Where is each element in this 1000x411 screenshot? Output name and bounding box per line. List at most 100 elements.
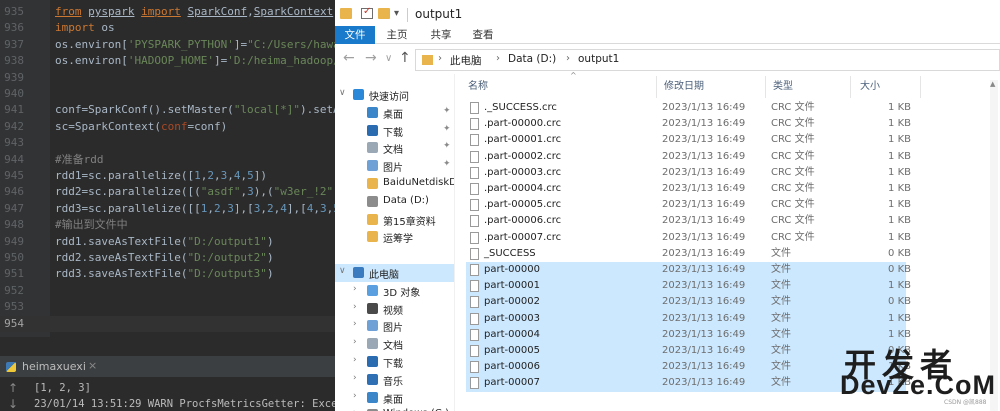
code-line[interactable]: 940	[0, 86, 335, 102]
up-icon[interactable]: ↑	[399, 50, 411, 66]
nav-item[interactable]: Data (D:)	[335, 193, 454, 211]
nav-item[interactable]: › 图片	[335, 317, 454, 335]
expand-caret-icon[interactable]: ›	[353, 337, 357, 347]
file-row[interactable]: .part-00001.crc 2023/1/13 16:49 CRC 文件 1 KB	[466, 132, 911, 148]
expand-caret-icon[interactable]: ∨	[339, 88, 346, 98]
nav-item[interactable]: 下载 ✦	[335, 122, 454, 140]
file-row[interactable]: ._SUCCESS.crc 2023/1/13 16:49 CRC 文件 1 KB	[466, 100, 911, 116]
expand-caret-icon[interactable]: ›	[353, 302, 357, 312]
file-icon	[470, 231, 479, 244]
nav-item[interactable]: › 桌面	[335, 389, 454, 407]
customize-toolbar-icon[interactable]: ▾	[394, 8, 399, 19]
code-line[interactable]: 952	[0, 283, 335, 299]
file-size: 1 KB	[888, 150, 911, 162]
column-separator[interactable]	[850, 76, 851, 98]
column-header-name[interactable]: 名称	[468, 78, 488, 96]
breadcrumb-this-pc[interactable]: 此电脑	[450, 53, 482, 68]
code-line[interactable]: 950 rdd2.saveAsTextFile("D:/output2")	[0, 250, 335, 266]
scroll-up-icon[interactable]: ↑	[8, 381, 18, 395]
file-row[interactable]: part-00003 2023/1/13 16:49 文件 1 KB	[466, 310, 911, 327]
tab-view[interactable]: 查看	[463, 26, 503, 44]
column-separator[interactable]	[656, 76, 657, 98]
code-line[interactable]: 948 #输出到文件中	[0, 217, 335, 233]
code-line[interactable]: 953	[0, 299, 335, 315]
expand-caret-icon[interactable]: ›	[353, 373, 357, 383]
file-row[interactable]: .part-00000.crc 2023/1/13 16:49 CRC 文件 1 KB	[466, 116, 911, 132]
expand-caret-icon[interactable]: ›	[353, 391, 357, 401]
file-row[interactable]: .part-00006.crc 2023/1/13 16:49 CRC 文件 1 KB	[466, 213, 911, 229]
nav-item[interactable]: 第15章资料	[335, 211, 454, 229]
forward-icon[interactable]: →	[365, 50, 377, 66]
code-line[interactable]: 947 rdd3=sc.parallelize([[1,2,3],[3,2,4],…	[0, 201, 360, 217]
nav-item[interactable]: 文档 ✦	[335, 139, 454, 157]
code-line[interactable]: 936 import os	[0, 20, 335, 36]
code-line[interactable]: 949 rdd1.saveAsTextFile("D:/output1")	[0, 234, 335, 250]
column-header-date[interactable]: 修改日期	[664, 78, 704, 96]
code-line[interactable]: 942 sc=SparkContext(conf=conf)	[0, 119, 335, 135]
file-row[interactable]: .part-00002.crc 2023/1/13 16:49 CRC 文件 1 KB	[466, 149, 911, 165]
nav-item[interactable]: ∨ 此电脑	[335, 264, 454, 282]
file-row[interactable]: part-00000 2023/1/13 16:49 文件 0 KB	[466, 262, 911, 279]
nav-item[interactable]: BaiduNetdiskDownl	[335, 175, 454, 193]
pin-icon[interactable]: ✦	[443, 106, 451, 116]
tab-file[interactable]: 文件	[335, 26, 375, 44]
file-row[interactable]: part-00002 2023/1/13 16:49 文件 0 KB	[466, 294, 911, 311]
nav-item[interactable]: ∨ 快速访问	[335, 86, 454, 104]
code-line[interactable]: 951 rdd3.saveAsTextFile("D:/output3")	[0, 266, 335, 282]
nav-item[interactable]: › 音乐	[335, 371, 454, 389]
nav-item[interactable]: › 视频	[335, 300, 454, 318]
pin-icon[interactable]: ✦	[443, 159, 451, 169]
expand-caret-icon[interactable]: ›	[353, 284, 357, 294]
column-header-type[interactable]: 类型	[773, 78, 793, 96]
code-line[interactable]: 954	[0, 315, 335, 332]
code-line[interactable]: 941 conf=SparkConf().setMaster("local[*]"…	[0, 102, 366, 118]
file-type: 文件	[771, 264, 791, 275]
file-date: 2023/1/13 16:49	[662, 361, 746, 373]
nav-item[interactable]: 图片 ✦	[335, 157, 454, 175]
line-number: 953	[4, 300, 24, 314]
file-row[interactable]: .part-00004.crc 2023/1/13 16:49 CRC 文件 1 KB	[466, 181, 911, 197]
code-line[interactable]: 944 #准备rdd	[0, 152, 335, 168]
nav-item[interactable]: ›Windows (C:)	[335, 406, 454, 411]
breadcrumb-output1[interactable]: output1	[578, 53, 619, 65]
breadcrumb-data-d[interactable]: Data (D:)	[508, 53, 556, 65]
scroll-down-icon[interactable]: ↓	[8, 397, 18, 411]
nav-item[interactable]: › 下载	[335, 353, 454, 371]
back-icon[interactable]: ←	[343, 50, 355, 66]
address-bar[interactable]: › 此电脑 › Data (D:) › output1	[415, 49, 1000, 71]
nav-item-label: Data (D:)	[383, 194, 429, 206]
file-row[interactable]: .part-00005.crc 2023/1/13 16:49 CRC 文件 1 KB	[466, 197, 911, 213]
code-line[interactable]: 943	[0, 135, 335, 151]
scroll-up-icon[interactable]: ▲	[990, 80, 995, 88]
column-separator[interactable]	[765, 76, 766, 98]
pin-icon[interactable]: ✦	[443, 124, 451, 134]
recent-locations-icon[interactable]: ∨	[385, 53, 392, 64]
tab-share[interactable]: 共享	[421, 26, 461, 44]
run-tab[interactable]: heimaxuexi ×	[0, 357, 335, 377]
file-row[interactable]: part-00001 2023/1/13 16:49 文件 1 KB	[466, 278, 911, 295]
code-line[interactable]: 935 from pyspark import SparkConf,SparkCo…	[0, 4, 335, 20]
code-line[interactable]: 939	[0, 70, 335, 86]
nav-item[interactable]: 运筹学	[335, 228, 454, 246]
nav-item[interactable]: › 文档	[335, 335, 454, 353]
column-header-size[interactable]: 大小	[860, 78, 880, 96]
file-date: 2023/1/13 16:49	[662, 118, 746, 130]
column-separator[interactable]	[920, 76, 921, 98]
file-row[interactable]: _SUCCESS 2023/1/13 16:49 文件 0 KB	[466, 246, 911, 262]
file-row[interactable]: .part-00007.crc 2023/1/13 16:49 CRC 文件 1 KB	[466, 230, 911, 246]
code-line[interactable]: 945 rdd1=sc.parallelize([1,2,3,4,5])	[0, 168, 335, 184]
nav-item[interactable]: 桌面 ✦	[335, 104, 454, 122]
expand-caret-icon[interactable]: ›	[353, 355, 357, 365]
tab-home[interactable]: 主页	[377, 26, 417, 44]
code-line[interactable]: 937 os.environ['PYSPARK_PYTHON']="C:/User…	[0, 37, 366, 53]
code-line[interactable]: 946 rdd2=sc.parallelize([("asdf",3),("w3e…	[0, 184, 366, 200]
close-icon[interactable]: ×	[88, 359, 97, 372]
nav-item[interactable]: › 3D 对象	[335, 282, 454, 300]
file-row[interactable]: .part-00003.crc 2023/1/13 16:49 CRC 文件 1 KB	[466, 165, 911, 181]
new-folder-icon[interactable]	[378, 8, 390, 19]
expand-caret-icon[interactable]: ›	[353, 319, 357, 329]
properties-icon[interactable]	[361, 6, 373, 19]
code-line[interactable]: 938 os.environ['HADOOP_HOME']='D:/heima_h…	[0, 53, 366, 69]
expand-caret-icon[interactable]: ∨	[339, 266, 346, 276]
pin-icon[interactable]: ✦	[443, 141, 451, 151]
